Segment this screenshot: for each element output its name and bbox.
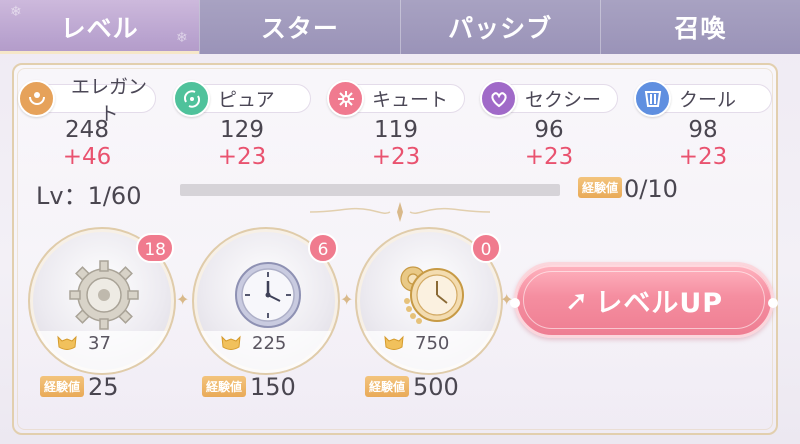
item-cost: 37 bbox=[88, 333, 111, 354]
attribute-bonus: +23 bbox=[524, 144, 574, 170]
exp-tag: 経験値 bbox=[365, 376, 410, 397]
item-exp-value: 25 bbox=[88, 373, 119, 401]
attribute-elegant: エレガント 248 +46 bbox=[18, 76, 156, 170]
elegant-icon bbox=[18, 80, 55, 117]
tab-label: パッシブ bbox=[448, 14, 553, 43]
material-item-clock[interactable]: 225 6 bbox=[192, 227, 340, 375]
tab-level[interactable]: ❄ ❄ レベル bbox=[0, 0, 200, 54]
clock-icon bbox=[235, 262, 301, 328]
material-item-gear[interactable]: 37 18 bbox=[28, 227, 176, 375]
attribute-pure: ピュア 129 +23 bbox=[173, 80, 311, 170]
item-cost: 750 bbox=[415, 333, 450, 354]
tab-passive[interactable]: パッシブ bbox=[399, 0, 600, 54]
pocket-watch-icon bbox=[400, 266, 464, 324]
attribute-bonus: +23 bbox=[217, 144, 267, 170]
pure-icon bbox=[173, 80, 210, 117]
item-exp: 経験値 500 bbox=[365, 373, 459, 401]
button-inner-border bbox=[523, 271, 765, 329]
item-exp-value: 150 bbox=[250, 373, 296, 401]
item-exp-value: 500 bbox=[413, 373, 459, 401]
level-exp: 経験値 0/10 bbox=[578, 175, 678, 203]
attribute-name: クール bbox=[679, 89, 737, 111]
attribute-value: 98 bbox=[688, 117, 718, 143]
attribute-cute: キュート 119 +23 bbox=[327, 80, 465, 170]
attribute-bonus: +23 bbox=[678, 144, 728, 170]
attribute-name: ピュア bbox=[218, 89, 275, 111]
tab-summon[interactable]: 召喚 bbox=[599, 0, 800, 54]
attribute-value: 129 bbox=[220, 117, 264, 143]
item-count-badge: 18 bbox=[136, 233, 174, 263]
cat-coin-icon bbox=[384, 335, 404, 350]
cat-coin-icon bbox=[57, 335, 77, 350]
button-dot bbox=[510, 298, 520, 308]
sparkle-icon: ✦ bbox=[340, 290, 354, 309]
attribute-value: 119 bbox=[374, 117, 418, 143]
item-cost: 225 bbox=[252, 333, 287, 354]
sparkle-icon: ✦ bbox=[176, 290, 190, 309]
level-exp-value: 0/10 bbox=[624, 175, 678, 203]
attribute-bonus: +46 bbox=[62, 144, 112, 170]
level-label: Lv：1/60 bbox=[36, 182, 142, 210]
item-exp: 経験値 25 bbox=[40, 373, 119, 401]
exp-tag: 経験値 bbox=[40, 376, 85, 397]
attribute-bonus: +23 bbox=[371, 144, 421, 170]
level-progress-bar bbox=[180, 184, 560, 196]
ornament-divider bbox=[309, 202, 491, 222]
tab-star[interactable]: スター bbox=[199, 0, 399, 54]
item-count-badge: 0 bbox=[471, 233, 501, 263]
tab-label: スター bbox=[260, 14, 339, 43]
snowflake-icon: ❄ bbox=[176, 30, 189, 46]
exp-tag: 経験値 bbox=[578, 177, 623, 198]
tab-label: レベル bbox=[60, 14, 139, 43]
snowflake-icon: ❄ bbox=[10, 4, 23, 20]
gear-icon bbox=[69, 260, 139, 330]
attribute-value: 96 bbox=[534, 117, 564, 143]
button-dot bbox=[768, 298, 778, 308]
sexy-icon bbox=[480, 80, 517, 117]
attribute-cool: クール 98 +23 bbox=[634, 80, 772, 170]
item-exp: 経験値 150 bbox=[202, 373, 296, 401]
cat-coin-icon bbox=[221, 335, 241, 350]
cool-icon bbox=[634, 80, 671, 117]
level-up-button[interactable]: ➚ レベルUP bbox=[510, 262, 778, 338]
attribute-name: セクシー bbox=[525, 89, 602, 111]
tab-bar: ❄ ❄ レベル スター パッシブ 召喚 bbox=[0, 0, 800, 54]
attribute-name: キュート bbox=[372, 89, 449, 111]
attribute-sexy: セクシー 96 +23 bbox=[480, 80, 618, 170]
exp-tag: 経験値 bbox=[202, 376, 247, 397]
tab-label: 召喚 bbox=[674, 14, 727, 43]
cute-icon bbox=[327, 80, 364, 117]
attribute-value: 248 bbox=[65, 117, 109, 143]
material-item-pocket-watch[interactable]: 750 0 bbox=[355, 227, 503, 375]
item-count-badge: 6 bbox=[308, 233, 338, 263]
